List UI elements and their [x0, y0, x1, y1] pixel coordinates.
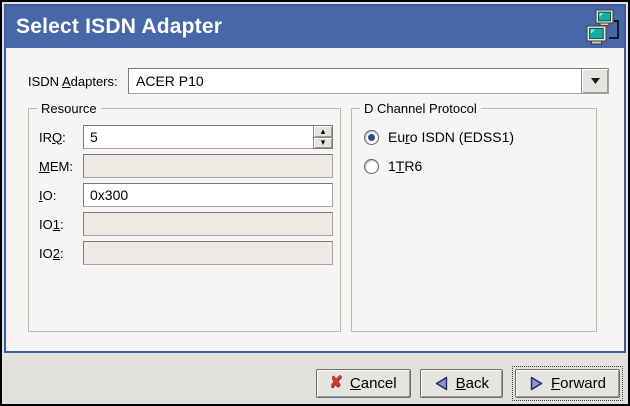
irq-spin-buttons: ▴ ▾ — [313, 125, 333, 149]
io-input[interactable] — [83, 183, 333, 207]
spin-down-button[interactable]: ▾ — [314, 137, 332, 149]
combo-dropdown-button[interactable] — [581, 69, 608, 93]
wizard-panel: Select ISDN Adapter ISDN Adapters: AC — [4, 4, 626, 353]
irq-label: IRQ: — [39, 130, 83, 145]
d-channel-group-title: D Channel Protocol — [360, 101, 481, 116]
resource-groupbox: Resource IRQ: ▴ ▾ MEM: IO: — [28, 108, 341, 332]
arrow-left-icon — [434, 376, 449, 391]
isdn-adapters-label: ISDN Adapters: — [28, 74, 128, 89]
io-field — [83, 183, 333, 207]
d-channel-protocol-groupbox: D Channel Protocol Euro ISDN (EDSS1) 1TR… — [351, 108, 597, 332]
chevron-down-icon — [590, 77, 601, 85]
io1-label: IO1: — [39, 217, 83, 232]
protocol-options: Euro ISDN (EDSS1) 1TR6 — [352, 109, 596, 176]
resource-group-title: Resource — [37, 101, 101, 116]
select-isdn-adapter-dialog: Select ISDN Adapter ISDN Adapters: AC — [0, 0, 630, 406]
network-computers-icon — [585, 8, 621, 53]
resource-fields: IRQ: ▴ ▾ MEM: IO: IO1: — [29, 109, 340, 265]
forward-button-focus-ring: Forward — [512, 366, 623, 401]
back-button[interactable]: Back — [420, 369, 503, 398]
mem-input — [83, 154, 333, 178]
page-title: Select ISDN Adapter — [16, 15, 222, 39]
red-x-icon: ✘ — [330, 375, 343, 391]
radio-option-euro-isdn[interactable]: Euro ISDN (EDSS1) — [364, 127, 596, 147]
irq-spinner: ▴ ▾ — [83, 125, 333, 149]
isdn-adapter-selected-value: ACER P10 — [129, 69, 581, 93]
irq-input[interactable] — [83, 125, 313, 149]
io2-label: IO2: — [39, 246, 83, 261]
mem-label: MEM: — [39, 159, 83, 174]
back-button-label: Back — [456, 375, 489, 392]
arrow-down-icon: ▾ — [321, 138, 326, 147]
isdn-adapters-row: ISDN Adapters: ACER P10 — [28, 68, 609, 94]
isdn-adapter-combobox[interactable]: ACER P10 — [128, 68, 609, 94]
forward-button[interactable]: Forward — [515, 369, 620, 398]
dialog-button-bar: ✘ Cancel Back Forward — [316, 364, 624, 402]
arrow-up-icon: ▴ — [321, 127, 326, 136]
arrow-right-icon — [529, 376, 544, 391]
io2-field — [83, 241, 333, 265]
spin-up-button[interactable]: ▴ — [314, 126, 332, 137]
cancel-button[interactable]: ✘ Cancel — [316, 369, 411, 398]
radio-label-euro-isdn: Euro ISDN (EDSS1) — [388, 129, 514, 145]
radio-selected-icon[interactable] — [364, 130, 379, 145]
io1-input — [83, 212, 333, 236]
io2-input — [83, 241, 333, 265]
mem-field — [83, 154, 333, 178]
io-label: IO: — [39, 188, 83, 203]
dialog-header: Select ISDN Adapter — [6, 6, 624, 48]
radio-unselected-icon[interactable] — [364, 159, 379, 174]
radio-label-1tr6: 1TR6 — [388, 158, 422, 174]
cancel-button-label: Cancel — [350, 375, 397, 392]
forward-button-label: Forward — [551, 375, 606, 392]
radio-option-1tr6[interactable]: 1TR6 — [364, 156, 596, 176]
io1-field — [83, 212, 333, 236]
